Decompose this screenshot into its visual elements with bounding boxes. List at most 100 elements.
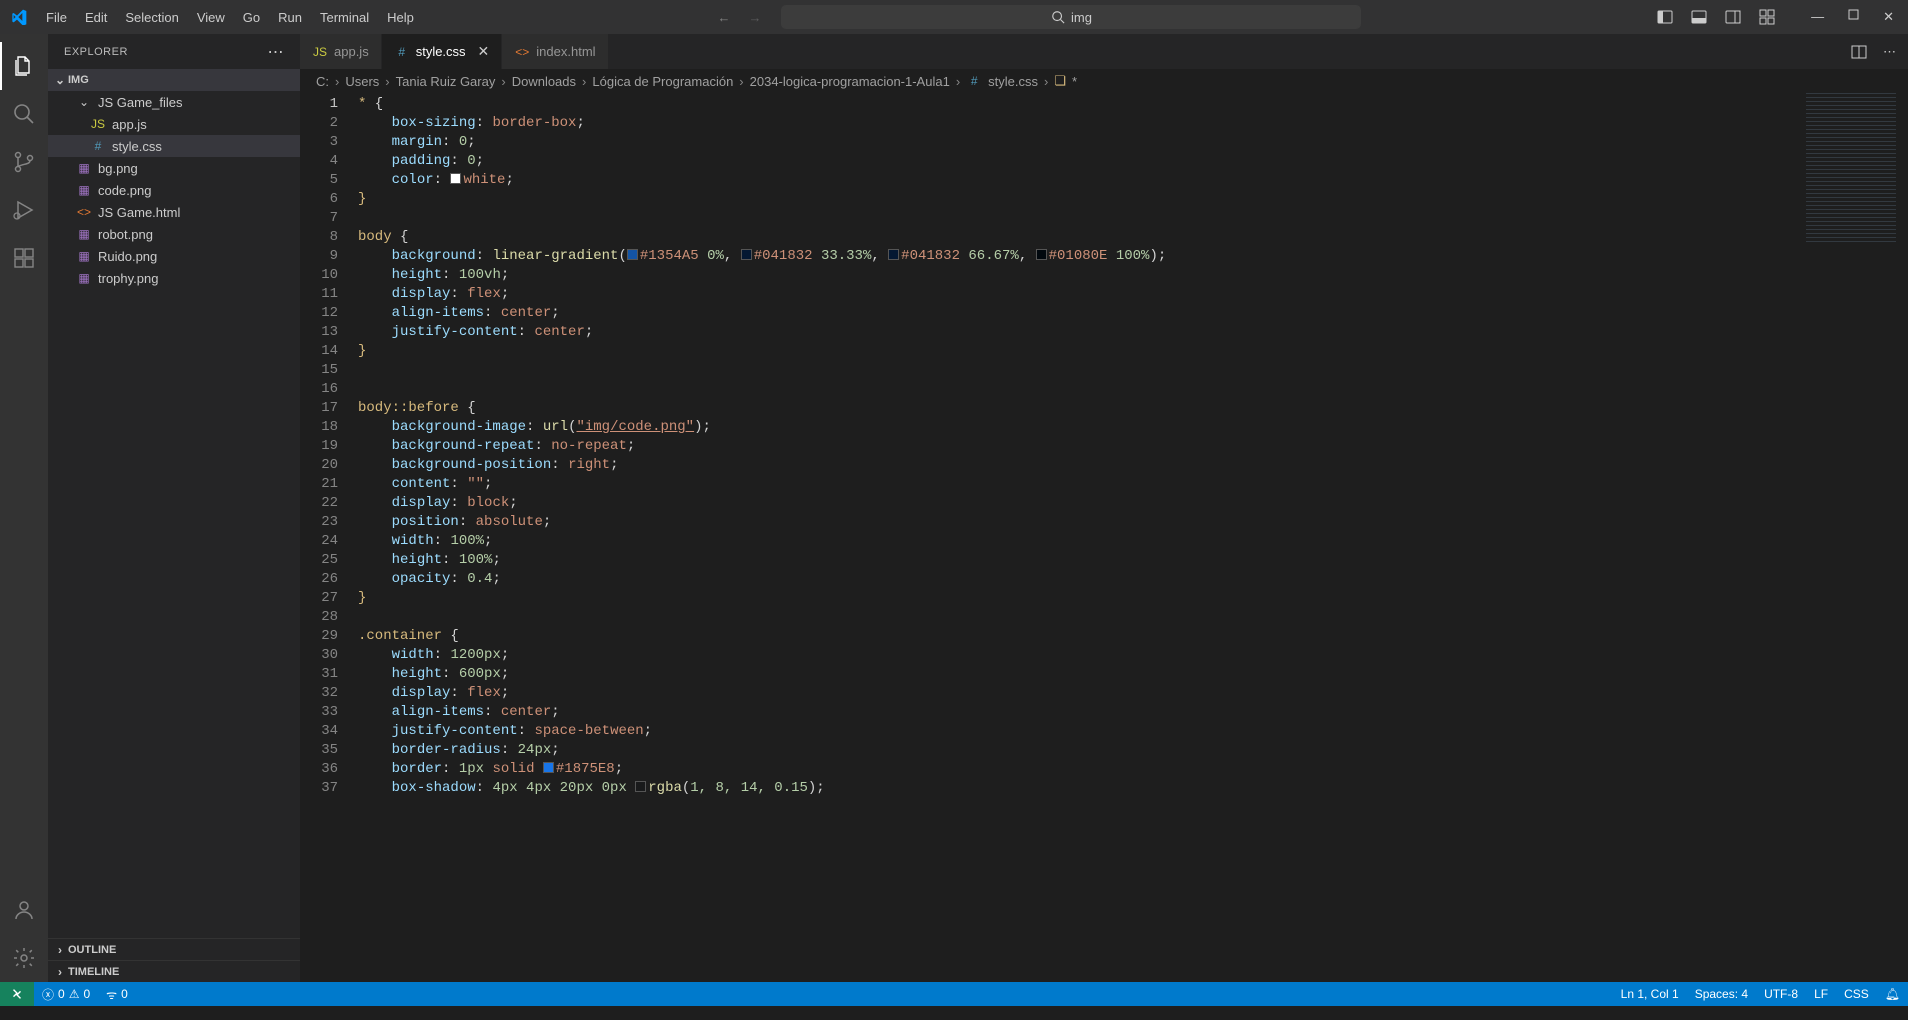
tree-file[interactable]: ▦ bg.png <box>48 157 300 179</box>
status-indent[interactable]: Spaces: 4 <box>1687 987 1756 1001</box>
status-bar: ⓧ0 ⚠0 ᯤ0 Ln 1, Col 1 Spaces: 4 UTF-8 LF … <box>0 982 1908 1006</box>
remote-indicator[interactable] <box>0 982 34 1006</box>
tab-stylecss[interactable]: # style.css ✕ <box>382 34 503 69</box>
split-editor-icon[interactable] <box>1851 44 1867 60</box>
debug-icon <box>12 198 36 222</box>
tab-close-icon[interactable]: ✕ <box>478 43 490 60</box>
activity-extensions[interactable] <box>0 234 48 282</box>
search-icon <box>1051 10 1065 24</box>
explorer-title: EXPLORER <box>64 46 128 58</box>
activity-accounts[interactable] <box>0 886 48 934</box>
tree-folder-label: JS Game_files <box>98 95 183 110</box>
menu-go[interactable]: Go <box>235 6 268 29</box>
folder-name: IMG <box>68 74 89 86</box>
js-file-icon: JS <box>312 45 328 59</box>
tree-file-label: robot.png <box>98 227 153 242</box>
activity-bar <box>0 34 48 982</box>
activity-run-debug[interactable] <box>0 186 48 234</box>
editor-tabs: JS app.js # style.css ✕ <> index.html ⋯ <box>300 34 1908 69</box>
status-cursor[interactable]: Ln 1, Col 1 <box>1613 987 1687 1001</box>
editor-area: JS app.js # style.css ✕ <> index.html ⋯ … <box>300 34 1908 982</box>
status-encoding[interactable]: UTF-8 <box>1756 987 1806 1001</box>
account-icon <box>12 898 36 922</box>
status-eol[interactable]: LF <box>1806 987 1836 1001</box>
close-icon[interactable]: ✕ <box>1883 9 1894 25</box>
nav-back-icon[interactable]: ← <box>717 10 730 25</box>
bell-icon: 🔔︎ <box>1885 987 1900 1001</box>
title-bar: File Edit Selection View Go Run Terminal… <box>0 0 1908 34</box>
activity-explorer[interactable] <box>0 42 48 90</box>
tab-appjs[interactable]: JS app.js <box>300 34 382 69</box>
outline-header[interactable]: › OUTLINE <box>48 938 300 960</box>
command-center-text: img <box>1071 10 1092 25</box>
tree-file-label: bg.png <box>98 161 138 176</box>
css-file-icon: # <box>966 74 982 88</box>
menu-file[interactable]: File <box>38 6 75 29</box>
activity-settings[interactable] <box>0 934 48 982</box>
menu-terminal[interactable]: Terminal <box>312 6 377 29</box>
activity-source-control[interactable] <box>0 138 48 186</box>
css-file-icon: # <box>90 139 106 153</box>
menu-edit[interactable]: Edit <box>77 6 115 29</box>
status-problems[interactable]: ⓧ0 ⚠0 <box>34 982 98 1006</box>
image-file-icon: ▦ <box>76 249 92 263</box>
menu-bar: File Edit Selection View Go Run Terminal… <box>38 6 422 29</box>
tree-file[interactable]: ▦ Ruido.png <box>48 245 300 267</box>
file-tree: ⌄ JS Game_files JS app.js # style.css ▦ … <box>48 91 300 938</box>
tree-file[interactable]: # style.css <box>48 135 300 157</box>
html-file-icon: <> <box>514 45 530 59</box>
vscode-logo-icon <box>10 8 28 26</box>
code-content[interactable]: * { box-sizing: border-box; margin: 0; p… <box>358 93 1908 982</box>
maximize-icon[interactable] <box>1848 9 1859 25</box>
tree-file[interactable]: <> JS Game.html <box>48 201 300 223</box>
nav-forward-icon[interactable]: → <box>748 10 761 25</box>
breadcrumbs[interactable]: C:› Users› Tania Ruiz Garay› Downloads› … <box>300 69 1908 93</box>
explorer-sidebar: EXPLORER ⋯ ⌄ IMG ⌄ JS Game_files JS app.… <box>48 34 300 982</box>
error-icon: ⓧ <box>42 986 54 1003</box>
code-editor[interactable]: 1234567891011121314151617181920212223242… <box>300 93 1908 982</box>
tree-file[interactable]: ▦ code.png <box>48 179 300 201</box>
image-file-icon: ▦ <box>76 227 92 241</box>
explorer-more-icon[interactable]: ⋯ <box>268 42 285 62</box>
status-notifications[interactable]: 🔔︎ <box>1877 987 1908 1001</box>
command-center[interactable]: img <box>781 5 1361 29</box>
tree-file[interactable]: ▦ robot.png <box>48 223 300 245</box>
timeline-header[interactable]: › TIMELINE <box>48 960 300 982</box>
tree-file-label: Ruido.png <box>98 249 157 264</box>
customize-layout-icon[interactable] <box>1759 9 1775 25</box>
search-icon <box>12 102 36 126</box>
folder-section-header[interactable]: ⌄ IMG <box>48 69 300 91</box>
status-ports[interactable]: ᯤ0 <box>98 982 136 1006</box>
menu-selection[interactable]: Selection <box>117 6 186 29</box>
tab-indexhtml[interactable]: <> index.html <box>502 34 608 69</box>
extensions-icon <box>12 246 36 270</box>
minimize-icon[interactable]: — <box>1811 9 1824 25</box>
tree-file[interactable]: ▦ trophy.png <box>48 267 300 289</box>
chevron-down-icon: ⌄ <box>52 73 68 87</box>
files-icon <box>12 54 36 78</box>
image-file-icon: ▦ <box>76 183 92 197</box>
line-gutter: 1234567891011121314151617181920212223242… <box>300 93 358 982</box>
chevron-right-icon: › <box>52 943 68 957</box>
menu-view[interactable]: View <box>189 6 233 29</box>
image-file-icon: ▦ <box>76 271 92 285</box>
activity-search[interactable] <box>0 90 48 138</box>
tree-file-label: app.js <box>112 117 147 132</box>
tree-file[interactable]: JS app.js <box>48 113 300 135</box>
js-file-icon: JS <box>90 117 106 131</box>
more-actions-icon[interactable]: ⋯ <box>1883 44 1896 60</box>
css-file-icon: # <box>394 45 410 59</box>
minimap[interactable] <box>1806 93 1896 243</box>
tree-file-label: code.png <box>98 183 152 198</box>
menu-run[interactable]: Run <box>270 6 310 29</box>
tree-folder[interactable]: ⌄ JS Game_files <box>48 91 300 113</box>
toggle-secondary-sidebar-icon[interactable] <box>1725 9 1741 25</box>
warning-icon: ⚠ <box>69 987 80 1001</box>
status-language[interactable]: CSS <box>1836 987 1877 1001</box>
git-branch-icon <box>12 150 36 174</box>
menu-help[interactable]: Help <box>379 6 422 29</box>
toggle-panel-icon[interactable] <box>1691 9 1707 25</box>
toggle-primary-sidebar-icon[interactable] <box>1657 9 1673 25</box>
remote-icon <box>10 987 24 1001</box>
chevron-right-icon: › <box>52 965 68 979</box>
